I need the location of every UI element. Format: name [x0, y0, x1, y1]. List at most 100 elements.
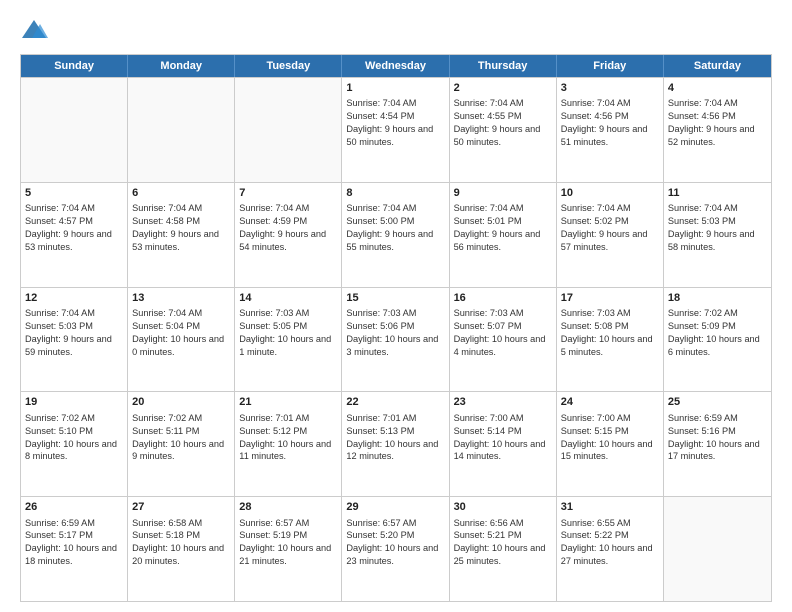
day-info: Sunrise: 7:04 AM [239, 202, 337, 215]
day-info: Daylight: 9 hours and 54 minutes. [239, 228, 337, 254]
day-info: Sunrise: 7:03 AM [561, 307, 659, 320]
day-info: Sunrise: 7:01 AM [346, 412, 444, 425]
day-info: Sunrise: 6:58 AM [132, 517, 230, 530]
day-info: Sunset: 5:16 PM [668, 425, 767, 438]
day-info: Sunrise: 7:02 AM [668, 307, 767, 320]
day-info: Sunset: 5:05 PM [239, 320, 337, 333]
day-number: 18 [668, 291, 767, 306]
day-number: 11 [668, 186, 767, 201]
cal-cell: 16Sunrise: 7:03 AMSunset: 5:07 PMDayligh… [450, 288, 557, 392]
day-number: 14 [239, 291, 337, 306]
day-info: Daylight: 10 hours and 14 minutes. [454, 438, 552, 464]
cal-cell [128, 78, 235, 182]
day-info: Daylight: 10 hours and 1 minute. [239, 333, 337, 359]
day-info: Sunset: 5:04 PM [132, 320, 230, 333]
day-info: Sunrise: 7:04 AM [346, 97, 444, 110]
logo-icon [20, 16, 48, 44]
cal-cell: 30Sunrise: 6:56 AMSunset: 5:21 PMDayligh… [450, 497, 557, 601]
cal-cell: 12Sunrise: 7:04 AMSunset: 5:03 PMDayligh… [21, 288, 128, 392]
calendar: SundayMondayTuesdayWednesdayThursdayFrid… [20, 54, 772, 602]
day-number: 22 [346, 395, 444, 410]
day-info: Sunset: 5:20 PM [346, 529, 444, 542]
day-info: Sunrise: 7:04 AM [132, 307, 230, 320]
day-info: Daylight: 10 hours and 3 minutes. [346, 333, 444, 359]
day-info: Daylight: 10 hours and 4 minutes. [454, 333, 552, 359]
day-number: 31 [561, 500, 659, 515]
day-number: 25 [668, 395, 767, 410]
day-number: 26 [25, 500, 123, 515]
day-info: Sunrise: 7:03 AM [239, 307, 337, 320]
header-cell-tuesday: Tuesday [235, 55, 342, 77]
cal-cell: 18Sunrise: 7:02 AMSunset: 5:09 PMDayligh… [664, 288, 771, 392]
cal-cell: 21Sunrise: 7:01 AMSunset: 5:12 PMDayligh… [235, 392, 342, 496]
day-info: Sunset: 5:12 PM [239, 425, 337, 438]
day-number: 8 [346, 186, 444, 201]
cal-cell: 25Sunrise: 6:59 AMSunset: 5:16 PMDayligh… [664, 392, 771, 496]
day-number: 10 [561, 186, 659, 201]
day-info: Sunrise: 6:59 AM [668, 412, 767, 425]
day-info: Daylight: 10 hours and 25 minutes. [454, 542, 552, 568]
day-info: Daylight: 9 hours and 59 minutes. [25, 333, 123, 359]
cal-cell: 27Sunrise: 6:58 AMSunset: 5:18 PMDayligh… [128, 497, 235, 601]
day-info: Daylight: 9 hours and 53 minutes. [25, 228, 123, 254]
day-info: Daylight: 9 hours and 50 minutes. [454, 123, 552, 149]
day-info: Sunrise: 7:04 AM [25, 307, 123, 320]
day-info: Sunrise: 7:00 AM [561, 412, 659, 425]
day-info: Sunset: 5:10 PM [25, 425, 123, 438]
day-info: Sunrise: 7:03 AM [346, 307, 444, 320]
cal-cell [21, 78, 128, 182]
calendar-body: 1Sunrise: 7:04 AMSunset: 4:54 PMDaylight… [21, 77, 771, 601]
day-info: Sunrise: 6:59 AM [25, 517, 123, 530]
cal-cell: 20Sunrise: 7:02 AMSunset: 5:11 PMDayligh… [128, 392, 235, 496]
cal-cell: 19 Sunrise: 7:02 AMSunset: 5:10 PMDayligh… [21, 392, 128, 496]
header-cell-monday: Monday [128, 55, 235, 77]
header-cell-friday: Friday [557, 55, 664, 77]
cal-cell: 4Sunrise: 7:04 AMSunset: 4:56 PMDaylight… [664, 78, 771, 182]
cal-cell: 13Sunrise: 7:04 AMSunset: 5:04 PMDayligh… [128, 288, 235, 392]
day-info: Sunset: 5:09 PM [668, 320, 767, 333]
cal-cell: 28Sunrise: 6:57 AMSunset: 5:19 PMDayligh… [235, 497, 342, 601]
day-info: Daylight: 10 hours and 5 minutes. [561, 333, 659, 359]
day-number: 29 [346, 500, 444, 515]
day-number: 2 [454, 81, 552, 96]
day-info: Daylight: 10 hours and 9 minutes. [132, 438, 230, 464]
day-info: Daylight: 10 hours and 15 minutes. [561, 438, 659, 464]
cal-cell: 31Sunrise: 6:55 AMSunset: 5:22 PMDayligh… [557, 497, 664, 601]
day-info: Sunset: 4:56 PM [668, 110, 767, 123]
cal-cell: 5Sunrise: 7:04 AMSunset: 4:57 PMDaylight… [21, 183, 128, 287]
day-number: 17 [561, 291, 659, 306]
day-number: 6 [132, 186, 230, 201]
day-info: Daylight: 9 hours and 52 minutes. [668, 123, 767, 149]
day-info: Sunset: 5:22 PM [561, 529, 659, 542]
day-info: Daylight: 10 hours and 8 minutes. [25, 438, 123, 464]
day-number: 9 [454, 186, 552, 201]
day-number: 3 [561, 81, 659, 96]
day-number: 19 [25, 395, 123, 410]
day-number: 30 [454, 500, 552, 515]
week-row-2: 5Sunrise: 7:04 AMSunset: 4:57 PMDaylight… [21, 182, 771, 287]
day-info: Sunset: 5:08 PM [561, 320, 659, 333]
day-info: Daylight: 10 hours and 23 minutes. [346, 542, 444, 568]
cal-cell: 10Sunrise: 7:04 AMSunset: 5:02 PMDayligh… [557, 183, 664, 287]
day-info: Sunset: 5:18 PM [132, 529, 230, 542]
cal-cell: 23Sunrise: 7:00 AMSunset: 5:14 PMDayligh… [450, 392, 557, 496]
week-row-4: 19Sunrise: 7:02 AMSunset: 5:10 PMDayligh… [21, 391, 771, 496]
day-info: Daylight: 10 hours and 18 minutes. [25, 542, 123, 568]
week-row-3: 12Sunrise: 7:04 AMSunset: 5:03 PMDayligh… [21, 287, 771, 392]
day-number: 4 [668, 81, 767, 96]
day-info: Sunset: 5:06 PM [346, 320, 444, 333]
day-info: Sunset: 5:02 PM [561, 215, 659, 228]
day-info: Sunrise: 7:04 AM [25, 202, 123, 215]
header-cell-saturday: Saturday [664, 55, 771, 77]
day-info: Sunrise: 7:04 AM [132, 202, 230, 215]
day-info: Sunrise: 7:04 AM [668, 202, 767, 215]
day-number: 1 [346, 81, 444, 96]
day-info: Sunrise: 7:02 AM [25, 412, 123, 425]
day-number: 28 [239, 500, 337, 515]
day-info: Sunset: 4:58 PM [132, 215, 230, 228]
cal-cell [664, 497, 771, 601]
cal-cell: 1Sunrise: 7:04 AMSunset: 4:54 PMDaylight… [342, 78, 449, 182]
cal-cell: 14Sunrise: 7:03 AMSunset: 5:05 PMDayligh… [235, 288, 342, 392]
day-info: Sunset: 4:59 PM [239, 215, 337, 228]
cal-cell: 7Sunrise: 7:04 AMSunset: 4:59 PMDaylight… [235, 183, 342, 287]
